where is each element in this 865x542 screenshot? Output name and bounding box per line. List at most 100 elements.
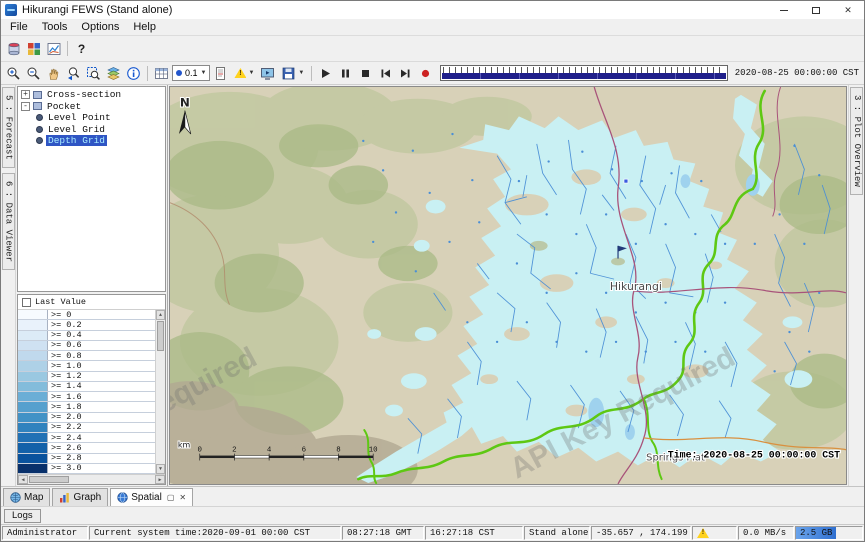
legend-row: >= 2.8 xyxy=(18,454,155,464)
warning-icon: ! xyxy=(234,68,246,78)
tab-forecast[interactable]: 5 : Forecast xyxy=(2,87,15,168)
legend-color-swatch xyxy=(18,413,48,422)
minus-expander-icon[interactable]: - xyxy=(21,102,30,111)
legend-entry-label: >= 3.0 xyxy=(48,464,85,473)
globe-icon xyxy=(10,492,21,503)
maximize-button[interactable] xyxy=(800,1,832,19)
timeline-slider[interactable] xyxy=(440,65,727,81)
legend-hscrollbar[interactable]: ◀ ▶ xyxy=(18,474,165,484)
tree-item-level-grid[interactable]: Level Grid xyxy=(18,124,165,136)
play-icon xyxy=(319,67,332,80)
legend-row: >= 1.4 xyxy=(18,382,155,392)
tree-item-label: Level Point xyxy=(46,112,113,123)
window-title: Hikurangi FEWS (Stand alone) xyxy=(22,4,172,16)
skip-to-end-button[interactable] xyxy=(396,64,415,83)
legend-color-swatch xyxy=(18,310,48,319)
chevron-down-icon: ▼ xyxy=(201,70,207,76)
legend-color-swatch xyxy=(18,331,48,340)
plus-expander-icon[interactable]: + xyxy=(21,90,30,99)
export-dropdown-button[interactable]: ▼ xyxy=(278,64,307,83)
legend-color-swatch xyxy=(18,392,48,401)
skip-to-start-button[interactable] xyxy=(376,64,395,83)
zoom-extent-icon xyxy=(86,66,101,81)
profile-document-button[interactable] xyxy=(211,64,230,83)
pause-icon xyxy=(339,67,352,80)
legend-header: Last Value xyxy=(18,295,165,310)
legend-title: Last Value xyxy=(35,297,86,307)
tab-plot-overview[interactable]: 3 : Plot Overview xyxy=(850,87,863,195)
map-time-label: Time: 2020-08-25 00:00:00 CST xyxy=(668,450,840,461)
tree-item-label: Level Grid xyxy=(46,124,107,135)
left-tab-strip: 5 : Forecast 6 : Data Viewer xyxy=(1,85,16,486)
tree-item-level-point[interactable]: Level Point xyxy=(18,112,165,124)
tab-spatial-label: Spatial xyxy=(131,492,162,503)
timeline-range-bar[interactable] xyxy=(442,73,725,79)
app-icon xyxy=(5,4,17,16)
float-tab-icon[interactable]: ▢ xyxy=(167,493,175,502)
tree-item-label: Cross-section xyxy=(45,89,123,100)
map-view[interactable]: API Key Required API Key Required Hikura… xyxy=(169,86,847,485)
minimize-button[interactable] xyxy=(768,1,800,19)
warnings-dropdown-button[interactable]: ! ▼ xyxy=(231,64,257,83)
play-button[interactable] xyxy=(316,64,335,83)
legend-list: >= 0>= 0.2>= 0.4>= 0.6>= 0.8>= 1.0>= 1.2… xyxy=(18,310,155,474)
pan-hand-icon xyxy=(46,66,61,81)
scrollbar-thumb[interactable] xyxy=(157,321,164,351)
help-button[interactable]: ? xyxy=(72,39,91,58)
chevron-down-icon: ▼ xyxy=(248,70,254,76)
tree-item-cross-section[interactable]: + Cross-section xyxy=(18,89,165,101)
legend-row: >= 0.2 xyxy=(18,320,155,330)
close-tab-icon[interactable]: ✕ xyxy=(179,493,186,502)
layers-icon xyxy=(106,66,121,81)
status-text: Current system time:2020-09-01 00:00 CST xyxy=(94,528,310,538)
scale-tick-label: 10 xyxy=(369,447,378,455)
chart-display-button[interactable] xyxy=(44,39,63,58)
zoom-out-button[interactable] xyxy=(24,64,43,83)
info-button[interactable] xyxy=(124,64,143,83)
tab-map[interactable]: Map xyxy=(3,488,50,506)
table-grid-button[interactable] xyxy=(152,64,171,83)
scrollbar-thumb[interactable] xyxy=(29,476,69,483)
scrollbar-track[interactable] xyxy=(156,352,165,464)
north-label: N xyxy=(180,96,190,110)
layers-button[interactable] xyxy=(104,64,123,83)
tab-spatial[interactable]: Spatial ▢ ✕ xyxy=(110,488,193,506)
close-button[interactable]: ✕ xyxy=(832,1,864,19)
menu-item-options[interactable]: Options xyxy=(74,20,126,34)
last-value-checkbox[interactable] xyxy=(22,298,31,307)
stop-button[interactable] xyxy=(356,64,375,83)
map-canvas[interactable]: API Key Required API Key Required Hikura… xyxy=(170,87,846,484)
database-icon xyxy=(6,41,22,57)
main-toolbar: ? xyxy=(1,36,864,62)
menu-item-tools[interactable]: Tools xyxy=(35,20,75,34)
pan-button[interactable] xyxy=(44,64,63,83)
menu-item-help[interactable]: Help xyxy=(126,20,163,34)
record-icon xyxy=(419,67,432,80)
animation-button[interactable] xyxy=(258,64,277,83)
legend-row: >= 2.2 xyxy=(18,423,155,433)
zoom-extent-button[interactable] xyxy=(84,64,103,83)
scroll-down-icon[interactable]: ▼ xyxy=(156,464,165,474)
record-button[interactable] xyxy=(416,64,435,83)
tree-item-pocket[interactable]: -Pocket xyxy=(18,101,165,113)
map-toolbar: 0.1 ▼ ! ▼ xyxy=(1,62,864,85)
threshold-combo[interactable]: 0.1 ▼ xyxy=(172,65,210,81)
tab-data-viewer[interactable]: 6 : Data Viewer xyxy=(2,173,15,270)
scroll-left-icon[interactable]: ◀ xyxy=(18,475,28,484)
zoom-previous-button[interactable] xyxy=(64,64,83,83)
logs-button[interactable]: Logs xyxy=(4,509,41,523)
scroll-right-icon[interactable]: ▶ xyxy=(155,475,165,484)
scrollbar-track[interactable] xyxy=(70,475,155,484)
tab-graph[interactable]: Graph xyxy=(52,488,108,506)
tree-item-depth-grid[interactable]: Depth Grid xyxy=(18,135,165,147)
tab-graph-label: Graph xyxy=(73,492,101,503)
zoom-in-button[interactable] xyxy=(4,64,23,83)
legend-scrollbar[interactable]: ▲ ▼ xyxy=(155,310,165,474)
database-button[interactable] xyxy=(4,39,23,58)
menu-item-file[interactable]: File xyxy=(3,20,35,34)
legend-row: >= 0.4 xyxy=(18,331,155,341)
pause-button[interactable] xyxy=(336,64,355,83)
scroll-up-icon[interactable]: ▲ xyxy=(156,310,165,320)
tree-item-label: Depth Grid xyxy=(46,135,107,146)
grid-display-button[interactable] xyxy=(24,39,43,58)
